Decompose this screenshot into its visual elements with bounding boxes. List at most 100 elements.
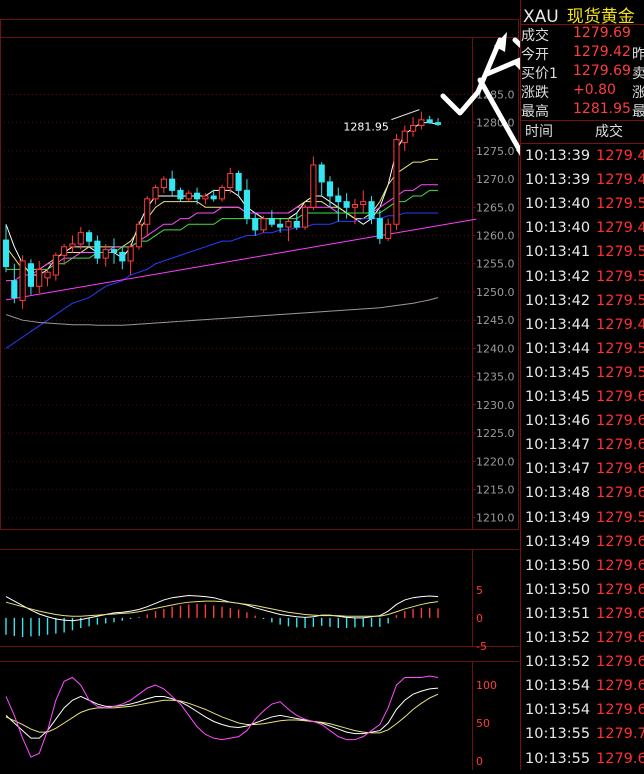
tick-time: 10:13:45 [525,364,591,381]
candle-body [277,223,284,228]
tick-price: 1279.5 [596,196,644,213]
candle-body [77,232,84,245]
candle-body [210,195,217,200]
tick-price: 1279.40 [596,172,644,189]
tick-price: 1279.6 [596,581,644,598]
tick-row: 10:13:49 1279.6 [521,534,644,557]
candle-body [94,240,101,259]
chart-area[interactable]: 1210.0 1215.0 1220.0 1225.0 1230.0 1235.0 1240… [0,0,520,770]
tick-row: 10:13:46 1279.6 [521,413,644,436]
price-tick-label: 1220.0 [476,455,515,468]
tick-time: 10:13:47 [525,437,591,454]
tick-time: 10:13:47 [525,461,591,478]
tick-price: 1279.6 [596,389,644,405]
tick-row: 10:13:54 1279.6 [521,678,644,701]
candle-body [385,223,392,239]
candle-body [235,172,242,191]
quote-value: 1281.95 [573,101,631,117]
tick-time: 10:13:55 [525,750,591,767]
tick-row: 10:13:50 1279.6 [521,582,644,605]
max-annotation-label: 1281.95 [343,121,389,134]
candle-body [194,192,201,200]
candle-body [102,249,109,259]
candle-body [343,201,350,208]
tick-price: 1279.5 [596,509,644,526]
tick-row: 10:13:47 1279.6 [521,437,644,460]
candle-body [177,189,184,200]
tick-row: 10:13:47 1279.6 [521,461,644,484]
candle-body [202,195,209,200]
tick-price: 1279.6 [596,678,644,695]
tick-price: 1279.47 [596,220,644,237]
candle-body [69,243,76,248]
candle-body [410,124,417,132]
price-tick-label: 1260.0 [476,230,515,243]
quote-extra: 涨 [632,85,644,101]
candle-body [293,220,300,228]
tick-price: 1279.6 [596,461,644,478]
candle-body [393,139,400,225]
quote-row-last: 成交 1279.69 [521,25,644,44]
quote-value: 1279.69 [573,63,631,79]
tick-price: 1279.4 [596,316,644,333]
tick-price: 1279.5 [596,340,644,357]
tick-time: 10:13:50 [525,557,591,574]
tick-time: 10:13:48 [525,485,591,502]
candle-body [2,239,10,268]
tick-price: 1279.40 [596,148,644,164]
candle-body [426,119,433,124]
tick-price: 1279.6 [596,437,644,454]
candle-body [268,218,275,225]
kline-chart[interactable]: 1210.0 1215.0 1220.0 1225.0 1230.0 1235.0 1240… [0,0,520,770]
tick-row: 10:13:54 1279.6 [521,702,644,725]
divider [521,143,644,144]
tick-row: 10:13:55 1279.7 [521,726,644,749]
price-tick-label: 1245.0 [476,314,515,327]
candle-body [61,246,68,256]
candle-body [401,130,408,143]
candle-body [326,181,334,197]
price-tick-label: 1250.0 [476,286,515,299]
candle-body [418,119,425,126]
tick-header-time: 时间 [525,124,553,140]
price-tick-label: 1240.0 [476,342,515,355]
candle-body [260,218,267,231]
tick-price: 1279.6 [596,654,644,671]
candle-body [152,187,159,200]
candle-body [227,172,234,189]
candle-body [52,254,59,276]
kdj-tick-label: 0 [476,755,483,768]
tick-row: 10:13:42 1279.5 [521,269,644,292]
tick-time: 10:13:54 [525,702,591,719]
candle-body [351,203,358,208]
candle-body [252,218,259,231]
moving-average-line [5,212,438,349]
quote-side-panel: XAU 现货黄金 成交 1279.69 今开 1279.42 昨 买价1 1279… [520,0,644,770]
price-tick-label: 1255.0 [476,258,515,271]
candle-body [368,201,375,220]
price-tick-label: 1215.0 [476,483,515,496]
quote-label: 买价1 [521,66,558,82]
tick-row: 10:13:55 1279.6 [521,751,644,774]
tick-time: 10:13:42 [525,268,591,285]
tick-price: 1279.6 [596,533,644,550]
tick-time: 10:13:49 [525,509,591,526]
quote-label: 最高 [521,104,549,120]
max-annotation-pointer [391,109,420,121]
tick-time: 10:13:54 [525,678,591,695]
candle-body [218,187,226,200]
candle-body [36,268,43,287]
tick-time: 10:13:42 [525,292,591,309]
tick-row: 10:13:39 1279.40 [521,148,644,171]
tick-time: 10:13:44 [525,316,591,333]
candle-body [144,198,151,225]
candle-body [335,195,342,203]
macd-tick-label: 5 [476,584,483,597]
quote-value: 1279.42 [573,44,631,60]
tick-time: 10:13:41 [525,244,591,261]
tick-price: 1279.5 [596,292,644,309]
quote-row-open: 今开 1279.42 昨 [521,44,644,63]
tick-row: 10:13:51 1279.6 [521,606,644,629]
kdj-tick-label: 100 [476,679,497,692]
quote-value: +0.80 [573,82,616,98]
